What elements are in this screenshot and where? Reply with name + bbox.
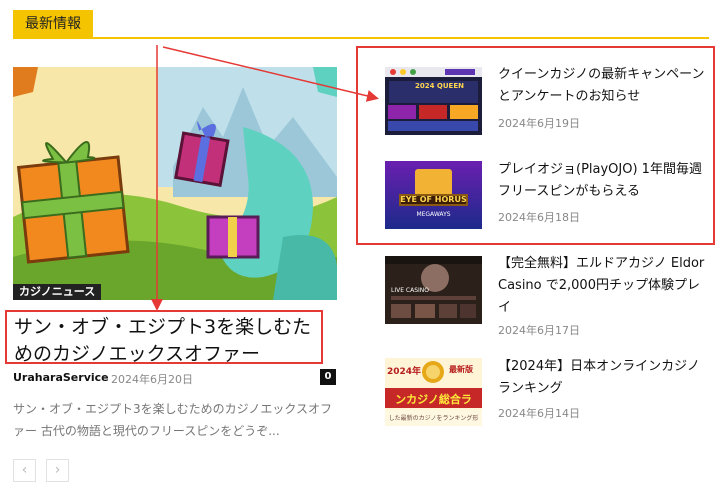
annotation-arrows <box>151 45 379 311</box>
annotation-arrow-right <box>162 46 379 102</box>
